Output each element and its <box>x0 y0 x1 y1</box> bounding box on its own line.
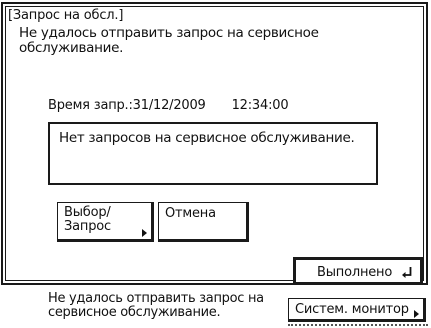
request-time-label: Время запр.:31/12/2009 <box>48 98 206 113</box>
cancel-label: Отмена <box>165 206 216 221</box>
done-button[interactable]: Выполнено <box>295 259 423 285</box>
status-bar: Не удалось отправить запрос на сервисное… <box>0 289 431 328</box>
request-time-clock: 12:34:00 <box>231 98 289 113</box>
arrow-right-icon <box>142 229 147 237</box>
error-message: Не удалось отправить запрос на сервисное… <box>19 25 319 56</box>
service-request-dialog: [Запрос на обсл.] Не удалось отправить з… <box>1 2 428 285</box>
requests-list-text: Нет запросов на сервисное обслуживание. <box>59 130 355 146</box>
system-monitor-label: Систем. монитор <box>295 302 409 317</box>
system-monitor-button[interactable]: Систем. монитор <box>288 298 426 322</box>
done-label: Выполнено <box>317 265 393 280</box>
enter-return-icon <box>402 267 412 278</box>
status-message: Не удалось отправить запрос на сервисное… <box>48 291 264 320</box>
select-request-button[interactable]: Выбор/ Запрос <box>57 202 154 242</box>
dialog-title: [Запрос на обсл.] <box>8 8 124 23</box>
requests-list-box: Нет запросов на сервисное обслуживание. <box>48 122 378 185</box>
status-indicator-line <box>288 324 428 326</box>
request-time: Время запр.:31/12/2009 12:34:00 <box>48 98 289 113</box>
cancel-button[interactable]: Отмена <box>158 202 249 242</box>
select-request-label: Выбор/ Запрос <box>64 205 111 234</box>
arrow-right-icon <box>414 310 419 318</box>
